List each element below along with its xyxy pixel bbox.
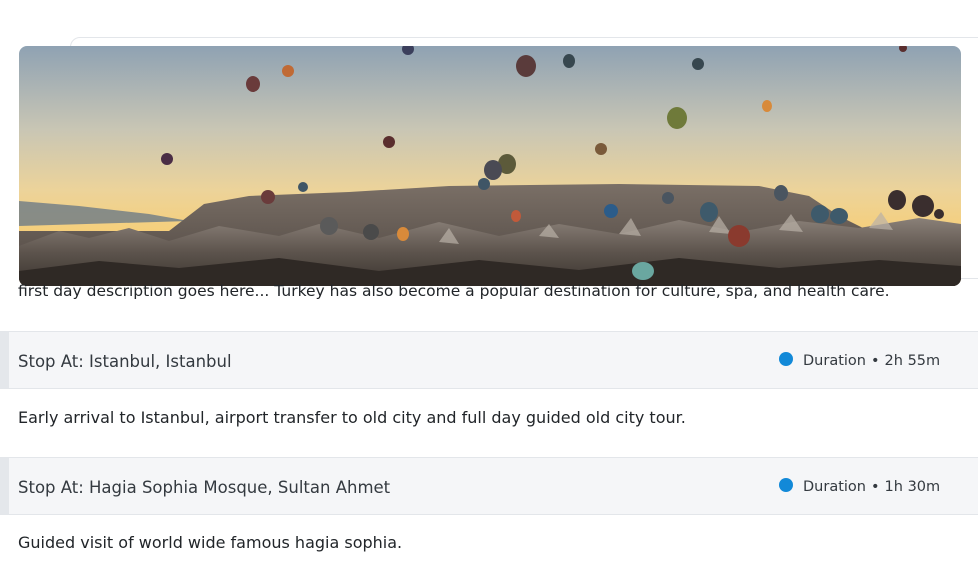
duration-separator: •: [870, 353, 880, 369]
stop-duration: Duration • 1h 30m: [779, 458, 940, 516]
duration-value: 1h 30m: [884, 479, 941, 495]
stop-accent-bar: [0, 332, 9, 388]
duration-label: Duration: [803, 479, 866, 495]
day-banner-image: [19, 46, 961, 286]
stop-header[interactable]: Stop At: Hagia Sophia Mosque, Sultan Ahm…: [0, 457, 978, 515]
stop-title: Stop At: Hagia Sophia Mosque, Sultan Ahm…: [18, 478, 391, 497]
duration-dot-icon: [779, 352, 793, 366]
duration-dot-icon: [779, 478, 793, 492]
duration-value: 2h 55m: [884, 353, 941, 369]
duration-label: Duration: [803, 353, 866, 369]
stop-description: Early arrival to Istanbul, airport trans…: [18, 408, 686, 427]
stop-description: Guided visit of world wide famous hagia …: [18, 533, 403, 552]
stop-title: Stop At: Istanbul, Istanbul: [18, 352, 232, 371]
duration-separator: •: [870, 479, 880, 495]
stop-accent-bar: [0, 458, 9, 514]
day-description: first day description goes here... Turke…: [18, 282, 890, 300]
stop-header[interactable]: Stop At: Istanbul, Istanbul Duration • 2…: [0, 331, 978, 389]
stop-duration: Duration • 2h 55m: [779, 332, 940, 390]
